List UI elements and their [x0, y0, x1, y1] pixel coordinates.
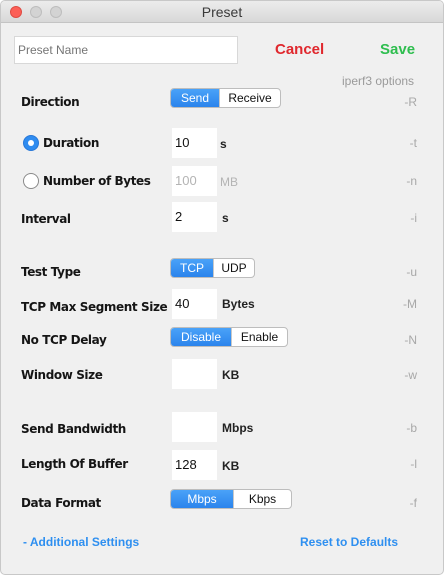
interval-flag: -i — [410, 211, 417, 225]
bandwidth-flag: -b — [406, 421, 417, 435]
duration-radio[interactable] — [23, 135, 39, 151]
window-size-label: Window Size — [21, 368, 103, 382]
buffer-flag: -l — [410, 457, 417, 471]
cancel-button[interactable]: Cancel — [275, 41, 324, 58]
mss-label: TCP Max Segment Size — [21, 300, 168, 314]
bandwidth-input[interactable] — [172, 412, 217, 442]
window-title: Preset — [201, 4, 243, 20]
interval-unit: s — [222, 211, 229, 225]
bandwidth-unit: Mbps — [222, 421, 254, 435]
data-format-kbps-option[interactable]: Kbps — [233, 490, 291, 508]
data-format-flag: -f — [409, 496, 417, 510]
direction-send-option[interactable]: Send — [171, 89, 219, 107]
interval-label: Interval — [21, 212, 71, 226]
duration-unit: s — [220, 137, 227, 151]
buffer-input[interactable]: 128 — [172, 450, 217, 480]
bytes-radio[interactable] — [23, 173, 39, 189]
buffer-label: Length Of Buffer — [21, 457, 128, 471]
duration-input[interactable]: 10 — [172, 128, 217, 158]
test-type-segmented-control[interactable]: TCP UDP — [170, 258, 255, 278]
direction-flag: -R — [404, 95, 417, 109]
bandwidth-label: Send Bandwidth — [21, 422, 126, 436]
bytes-flag: -n — [406, 174, 417, 188]
data-format-segmented-control[interactable]: Mbps Kbps — [170, 489, 292, 509]
no-delay-enable-option[interactable]: Enable — [231, 328, 287, 346]
no-delay-disable-option[interactable]: Disable — [171, 328, 231, 346]
mss-unit: Bytes — [222, 297, 255, 311]
window-size-unit: KB — [222, 368, 240, 382]
preset-name-input[interactable] — [14, 36, 238, 64]
save-button[interactable]: Save — [380, 41, 415, 58]
direction-label: Direction — [21, 95, 80, 109]
window-size-flag: -w — [404, 368, 417, 382]
no-delay-segmented-control[interactable]: Disable Enable — [170, 327, 288, 347]
reset-defaults-link[interactable]: Reset to Defaults — [300, 535, 398, 549]
direction-receive-option[interactable]: Receive — [219, 89, 280, 107]
test-type-tcp-option[interactable]: TCP — [171, 259, 213, 277]
bytes-label: Number of Bytes — [43, 174, 151, 188]
no-delay-label: No TCP Delay — [21, 333, 107, 347]
duration-flag: -t — [409, 136, 417, 150]
data-format-label: Data Format — [21, 496, 101, 510]
data-format-mbps-option[interactable]: Mbps — [171, 490, 233, 508]
bytes-input[interactable]: 100 — [172, 166, 217, 196]
no-delay-flag: -N — [404, 333, 417, 347]
bytes-unit: MB — [220, 175, 238, 189]
test-type-flag: -u — [406, 265, 417, 279]
preset-window: Preset Cancel Save iperf3 options Direct… — [0, 0, 444, 575]
additional-settings-link[interactable]: - Additional Settings — [23, 535, 139, 549]
duration-label: Duration — [43, 136, 99, 150]
test-type-udp-option[interactable]: UDP — [213, 259, 254, 277]
window-size-input[interactable] — [172, 359, 217, 389]
buffer-unit: KB — [222, 459, 240, 473]
mss-input[interactable]: 40 — [172, 289, 217, 319]
interval-input[interactable]: 2 — [172, 202, 217, 232]
test-type-label: Test Type — [21, 265, 81, 279]
direction-segmented-control[interactable]: Send Receive — [170, 88, 281, 108]
options-caption: iperf3 options — [342, 74, 415, 88]
mss-flag: -M — [403, 297, 417, 311]
title-bar[interactable]: Preset — [1, 1, 443, 23]
